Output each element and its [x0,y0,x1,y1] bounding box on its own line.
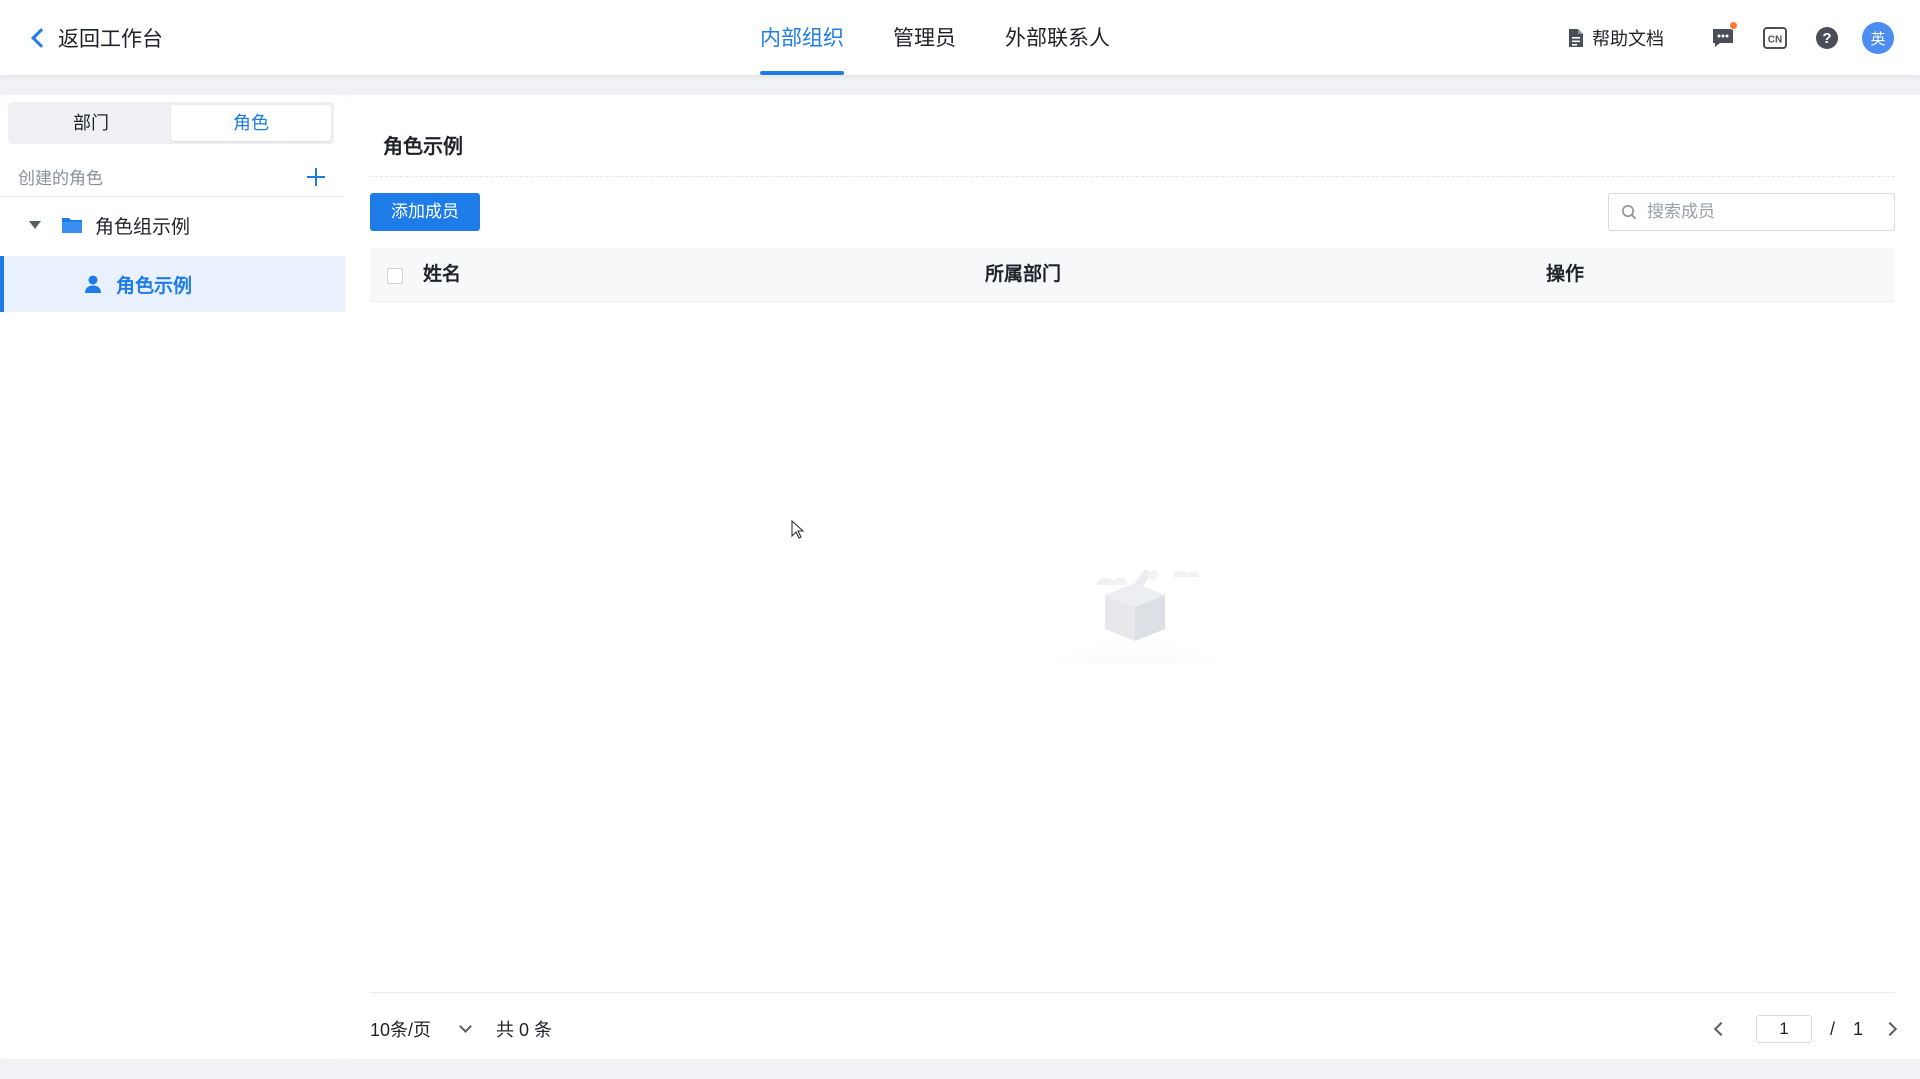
tab-external-contacts[interactable]: 外部联系人 [1005,0,1110,75]
role-group-label: 角色组示例 [95,216,191,238]
page-size-label: 10条/页 [370,1020,432,1040]
search-icon [1622,205,1637,220]
created-roles-label: 创建的角色 [18,169,103,188]
top-navigation-bar: 返回工作台 内部组织 管理员 外部联系人 帮助文档 CN ? 英 [0,0,1920,75]
search-box [1608,193,1895,231]
tab-internal-organization[interactable]: 内部组织 [760,0,844,75]
page-size-select[interactable]: 10条/页 [370,1016,472,1042]
tab-administrators[interactable]: 管理员 [893,0,956,75]
main-panel: 角色示例 添加成员 姓名 所属部门 操作 10条/页 [345,95,1920,1059]
segment-switch: 部门 角色 [8,102,334,144]
add-member-button[interactable]: 添加成员 [370,193,480,231]
folder-icon [62,218,82,233]
page-separator: / [1829,1018,1835,1039]
title-divider [370,176,1895,177]
user-avatar[interactable]: 英 [1862,22,1894,54]
notification-badge [1729,21,1738,30]
back-label: 返回工作台 [58,28,163,51]
page-title: 角色示例 [383,136,463,158]
select-all-checkbox[interactable] [387,268,403,284]
footer-divider [370,992,1895,993]
caret-down-icon[interactable] [29,221,41,229]
chevron-left-icon [31,28,51,48]
mouse-cursor-icon [791,520,805,539]
previous-page-icon[interactable] [1713,1021,1729,1037]
help-doc-label: 帮助文档 [1592,29,1664,49]
column-name[interactable]: 姓名 [423,248,461,302]
svg-text:?: ? [1822,30,1831,47]
search-input[interactable] [1647,202,1887,222]
svg-text:CN: CN [1768,35,1782,46]
page-number-input[interactable] [1755,1015,1812,1043]
segment-role[interactable]: 角色 [171,105,331,141]
left-panel: 部门 角色 创建的角色 角色组示例 角色示例 [0,95,345,1059]
segment-department[interactable]: 部门 [11,105,171,141]
messages-button[interactable] [1708,21,1738,53]
user-icon [85,275,101,293]
chevron-down-icon [459,1020,472,1033]
role-group-item[interactable]: 角色组示例 [0,203,345,247]
document-icon [1569,29,1583,47]
role-item-selected[interactable]: 角色示例 [0,256,345,312]
created-roles-header: 创建的角色 [0,157,345,197]
pagination-info: 10条/页 共 0 条 [370,1013,552,1045]
total-pages: 1 [1852,1018,1863,1039]
main-tabs: 内部组织 管理员 外部联系人 [760,0,1159,75]
back-to-workbench-link[interactable]: 返回工作台 [28,22,163,54]
empty-state-illustration [1040,569,1230,665]
language-icon: CN [1763,27,1787,49]
help-button[interactable]: ? [1812,23,1842,53]
next-page-icon[interactable] [1882,1021,1898,1037]
pagination-controls: / 1 [1713,1013,1898,1045]
language-switch-button[interactable]: CN [1760,23,1790,53]
header-tools: 帮助文档 CN ? 英 [1568,21,1894,54]
total-count: 共 0 条 [496,1020,553,1040]
question-circle-icon: ? [1816,27,1838,49]
column-department[interactable]: 所属部门 [985,248,1061,302]
column-actions: 操作 [1546,264,1585,285]
help-doc-link[interactable]: 帮助文档 [1568,25,1664,51]
add-role-icon[interactable] [305,166,327,188]
role-label: 角色示例 [116,275,193,297]
message-icon [1713,29,1733,47]
table-header: 姓名 所属部门 操作 [370,248,1895,302]
